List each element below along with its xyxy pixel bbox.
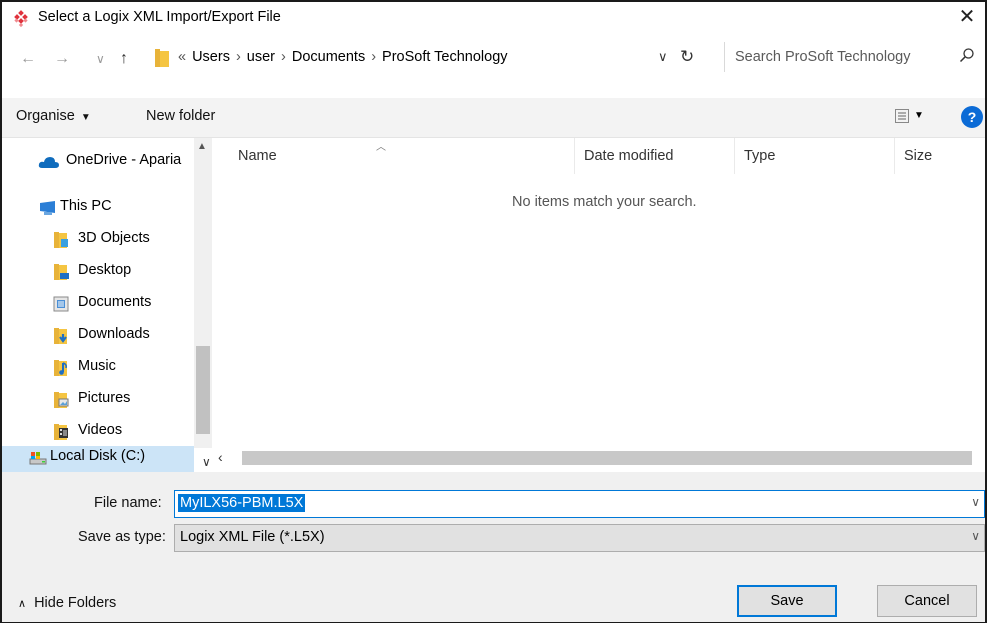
close-button[interactable]: ✕ (953, 4, 981, 32)
column-divider[interactable] (734, 138, 735, 174)
organise-label: Organise (16, 108, 75, 124)
navigation-pane: OneDrive - Aparia This PC 3D Objects Des… (2, 138, 212, 474)
address-row: ← → ∨ ↑ «Users › user › Documents › ProSoft Te… (2, 40, 985, 78)
chevron-down-icon: ▼ (80, 112, 91, 123)
music-folder-icon (54, 360, 67, 376)
column-header-size[interactable]: Size (904, 148, 932, 164)
recent-locations-button[interactable]: ∨ (96, 50, 105, 68)
chevron-down-icon[interactable]: ∨ (971, 529, 980, 543)
address-dropdown-button[interactable]: ∨ (658, 49, 668, 65)
save-as-type-value: Logix XML File (*.L5X) (180, 529, 325, 545)
chevron-down-icon[interactable]: ∨ (202, 455, 211, 469)
back-button[interactable]: ← (20, 50, 36, 68)
search-icon[interactable] (959, 47, 975, 63)
hide-folders-toggle[interactable]: ∧ Hide Folders (18, 595, 116, 611)
column-header-date-modified[interactable]: Date modified (584, 148, 673, 164)
breadcrumb-users[interactable]: Users (192, 49, 230, 65)
help-button[interactable]: ? (961, 106, 983, 128)
app-logo-icon (14, 10, 28, 28)
hide-folders-label: Hide Folders (34, 595, 117, 611)
drive-icon (29, 452, 47, 465)
file-name-label: File name: (94, 495, 162, 511)
scrollbar-thumb[interactable] (196, 346, 210, 434)
view-dropdown-icon[interactable]: ▼ (914, 110, 924, 121)
address-bar[interactable]: «Users › user › Documents › ProSoft Technology… (152, 45, 712, 73)
save-as-type-select[interactable]: Logix XML File (*.L5X) ∨ (174, 524, 985, 552)
breadcrumb-prosoft-technology[interactable]: ProSoft Technology (382, 49, 507, 65)
breadcrumb: «Users › user › Documents › ProSoft Technology (178, 49, 508, 65)
new-folder-button[interactable]: New folder (146, 108, 215, 124)
folder-icon (155, 49, 169, 67)
file-name-value: MyILX56-PBM.L5X (178, 494, 306, 512)
downloads-folder-icon (54, 328, 67, 344)
column-header-type[interactable]: Type (744, 148, 775, 164)
window-title: Select a Logix XML Import/Export File (38, 9, 281, 25)
view-options-icon[interactable] (895, 109, 909, 123)
column-header-name[interactable]: Name (238, 148, 277, 164)
documents-folder-icon (53, 296, 69, 312)
search-input[interactable] (735, 45, 955, 69)
search-box (724, 42, 985, 72)
scrollbar-thumb[interactable] (242, 451, 972, 465)
save-form: File name: MyILX56-PBM.L5X ∨ Save as typ… (2, 472, 985, 622)
chevron-up-icon: ∧ (18, 598, 27, 610)
breadcrumb-overflow[interactable]: « (178, 49, 186, 65)
nav-pane-scrollbar[interactable]: ▲ (194, 138, 212, 448)
title-bar: Select a Logix XML Import/Export File ✕ (2, 2, 985, 34)
up-button[interactable]: ↑ (120, 50, 128, 68)
save-button[interactable]: Save (737, 585, 837, 617)
breadcrumb-documents[interactable]: Documents (292, 49, 365, 65)
pictures-folder-icon (54, 392, 69, 408)
file-list-hscrollbar[interactable]: ‹ (212, 448, 975, 468)
save-as-type-label: Save as type: (78, 529, 166, 545)
cloud-icon (38, 157, 59, 168)
3d-objects-folder-icon (54, 232, 68, 248)
cancel-button[interactable]: Cancel (877, 585, 977, 617)
desktop-folder-icon (54, 264, 69, 280)
videos-folder-icon (54, 424, 68, 440)
file-name-field[interactable]: MyILX56-PBM.L5X ∨ (174, 490, 985, 518)
sort-ascending-icon: ︿ (376, 142, 386, 153)
scroll-left-icon[interactable]: ‹ (218, 449, 223, 465)
refresh-button[interactable]: ↻ (680, 47, 694, 67)
computer-icon (40, 201, 55, 215)
forward-button[interactable]: → (54, 50, 70, 68)
column-divider[interactable] (574, 138, 575, 174)
empty-results-message: No items match your search. (512, 194, 697, 210)
nav-item-local-disk[interactable]: Local Disk (C:) (2, 446, 194, 474)
breadcrumb-user[interactable]: user (247, 49, 275, 65)
scroll-up-icon[interactable]: ▲ (197, 141, 207, 152)
file-dialog: Select a Logix XML Import/Export File ✕ … (0, 0, 987, 623)
organise-menu[interactable]: Organise ▼ (16, 108, 91, 124)
chevron-down-icon[interactable]: ∨ (971, 495, 980, 509)
column-divider[interactable] (894, 138, 895, 174)
command-bar: Organise ▼ New folder ▼ ? (2, 98, 985, 138)
file-list: ︿ Name Date modified Type Size No items … (212, 138, 985, 468)
